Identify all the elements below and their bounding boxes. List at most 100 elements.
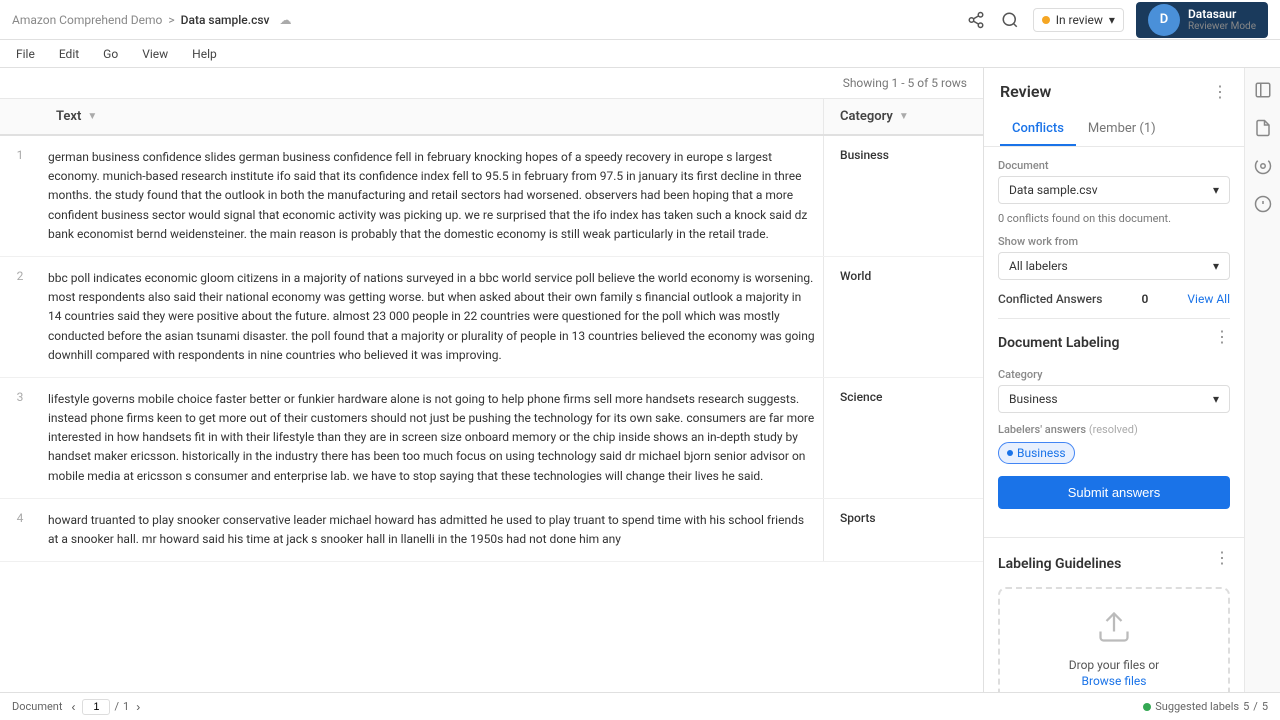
doc-labeling-title: Document Labeling <box>998 335 1119 351</box>
divider <box>998 318 1230 319</box>
document-label: Document <box>998 159 1230 172</box>
table-row[interactable]: 1 german business confidence slides germ… <box>0 136 983 257</box>
conflicted-answers-row: Conflicted Answers 0 View All <box>998 292 1230 306</box>
menu-bar: File Edit Go View Help <box>0 40 1280 68</box>
main-layout: Showing 1 - 5 of 5 rows Text ▼ Category … <box>0 68 1280 720</box>
col-text-sort-icon: ▼ <box>87 111 97 122</box>
conflicted-count: 0 <box>1141 292 1148 306</box>
suggested-sep: / <box>1253 700 1258 713</box>
vert-icon-3[interactable] <box>1251 154 1275 178</box>
suggested-labels-text: Suggested labels <box>1155 700 1239 713</box>
review-more-icon[interactable]: ⋮ <box>1212 82 1228 101</box>
tab-member[interactable]: Member (1) <box>1076 113 1168 146</box>
guidelines-title: Labeling Guidelines <box>998 556 1121 572</box>
user-role: Reviewer Mode <box>1188 21 1256 32</box>
conflicted-answers-label: Conflicted Answers <box>998 292 1102 306</box>
menu-edit[interactable]: Edit <box>55 43 83 65</box>
labelers-select[interactable]: All labelers ▾ <box>998 252 1230 280</box>
table-row[interactable]: 2 bbc poll indicates economic gloom citi… <box>0 257 983 378</box>
page-total: 1 <box>123 700 129 713</box>
row-4-text: howard truanted to play snooker conserva… <box>40 499 823 561</box>
vert-icon-1[interactable] <box>1251 78 1275 102</box>
row-4-category: Sports <box>823 499 983 561</box>
page-nav: ‹ / 1 › <box>68 699 143 715</box>
col-num-header <box>0 99 40 134</box>
breadcrumb-root[interactable]: Amazon Comprehend Demo <box>12 13 162 27</box>
review-content: Document Data sample.csv ▾ 0 conflicts f… <box>984 147 1244 537</box>
vert-icon-4[interactable] <box>1251 192 1275 216</box>
row-2-category: World <box>823 257 983 377</box>
doc-labeling-header: Document Labeling ⋮ <box>998 327 1230 358</box>
submit-answers-button[interactable]: Submit answers <box>998 476 1230 509</box>
tab-conflicts[interactable]: Conflicts <box>1000 113 1076 146</box>
resolved-text: (resolved) <box>1089 423 1138 436</box>
col-text-label: Text <box>56 109 81 124</box>
category-select[interactable]: Business ▾ <box>998 385 1230 413</box>
top-bar: Amazon Comprehend Demo > Data sample.csv… <box>0 0 1280 40</box>
status-badge[interactable]: In review ▾ <box>1033 8 1124 32</box>
green-dot <box>1143 703 1151 711</box>
table-showing: Showing 1 - 5 of 5 rows <box>0 68 983 99</box>
user-section[interactable]: D Datasaur Reviewer Mode <box>1136 2 1268 38</box>
table-row[interactable]: 4 howard truanted to play snooker conser… <box>0 499 983 562</box>
table-container: Text ▼ Category ▼ 1 german business conf… <box>0 99 983 562</box>
category-value: Business <box>1009 392 1058 406</box>
vert-icon-2[interactable] <box>1251 116 1275 140</box>
doc-label: Document <box>12 700 62 713</box>
row-1-text: german business confidence slides german… <box>40 136 823 256</box>
table-panel: Showing 1 - 5 of 5 rows Text ▼ Category … <box>0 68 984 720</box>
document-select[interactable]: Data sample.csv ▾ <box>998 176 1230 204</box>
suggested-count: 5 <box>1243 700 1249 713</box>
next-page-button[interactable]: › <box>133 699 143 715</box>
show-work-label: Show work from <box>998 235 1230 248</box>
col-category-sort-icon: ▼ <box>899 111 909 122</box>
status-label: In review <box>1056 13 1103 27</box>
cloud-icon: ☁ <box>279 13 291 27</box>
page-input[interactable] <box>82 699 110 715</box>
row-3-text: lifestyle governs mobile choice faster b… <box>40 378 823 498</box>
guidelines-header: Labeling Guidelines ⋮ <box>998 548 1230 579</box>
top-bar-icons: In review ▾ D Datasaur Reviewer Mode <box>965 2 1268 38</box>
answer-badge-label: Business <box>1017 446 1066 460</box>
answer-badge: Business <box>998 442 1075 464</box>
guidelines-more-icon[interactable]: ⋮ <box>1214 548 1230 567</box>
status-dot <box>1042 16 1050 24</box>
menu-file[interactable]: File <box>12 43 39 65</box>
avatar: D <box>1148 4 1180 36</box>
page-sep: / <box>114 700 119 713</box>
browse-files-link[interactable]: Browse files <box>1082 674 1147 688</box>
row-4-num: 4 <box>0 499 40 561</box>
user-info: Datasaur Reviewer Mode <box>1188 7 1256 32</box>
col-category-label: Category <box>840 109 893 124</box>
search-icon[interactable] <box>999 9 1021 31</box>
labelers-value: All labelers <box>1009 259 1068 273</box>
table-row[interactable]: 3 lifestyle governs mobile choice faster… <box>0 378 983 499</box>
bottom-doc: Document ‹ / 1 › <box>12 699 143 715</box>
breadcrumb-file[interactable]: Data sample.csv <box>181 13 270 27</box>
doc-labeling-more-icon[interactable]: ⋮ <box>1214 327 1230 346</box>
view-all-link[interactable]: View All <box>1187 292 1230 306</box>
col-category-header[interactable]: Category ▼ <box>823 99 983 134</box>
labelers-answers-label: Labelers' answers (resolved) <box>998 423 1230 436</box>
menu-help[interactable]: Help <box>188 43 221 65</box>
bottom-suggested: Suggested labels 5 / 5 <box>1143 700 1268 713</box>
share-icon[interactable] <box>965 9 987 31</box>
upload-icon <box>1020 609 1208 652</box>
conflicts-found-text: 0 conflicts found on this document. <box>998 212 1230 225</box>
menu-go[interactable]: Go <box>99 43 122 65</box>
prev-page-button[interactable]: ‹ <box>68 699 78 715</box>
col-text-header[interactable]: Text ▼ <box>40 99 823 134</box>
row-3-category: Science <box>823 378 983 498</box>
total-labels: 5 <box>1262 700 1268 713</box>
breadcrumb-sep1: > <box>168 13 174 27</box>
category-label: Category <box>998 368 1230 381</box>
bottom-bar: Document ‹ / 1 › Suggested labels 5 / 5 <box>0 692 1280 720</box>
row-1-category: Business <box>823 136 983 256</box>
menu-view[interactable]: View <box>138 43 172 65</box>
user-name: Datasaur <box>1188 7 1256 21</box>
right-panel: Review ⋮ Conflicts Member (1) Document D… <box>984 68 1244 720</box>
review-tabs: Conflicts Member (1) <box>1000 113 1228 146</box>
drop-text: Drop your files or <box>1020 658 1208 672</box>
row-2-num: 2 <box>0 257 40 377</box>
row-3-num: 3 <box>0 378 40 498</box>
